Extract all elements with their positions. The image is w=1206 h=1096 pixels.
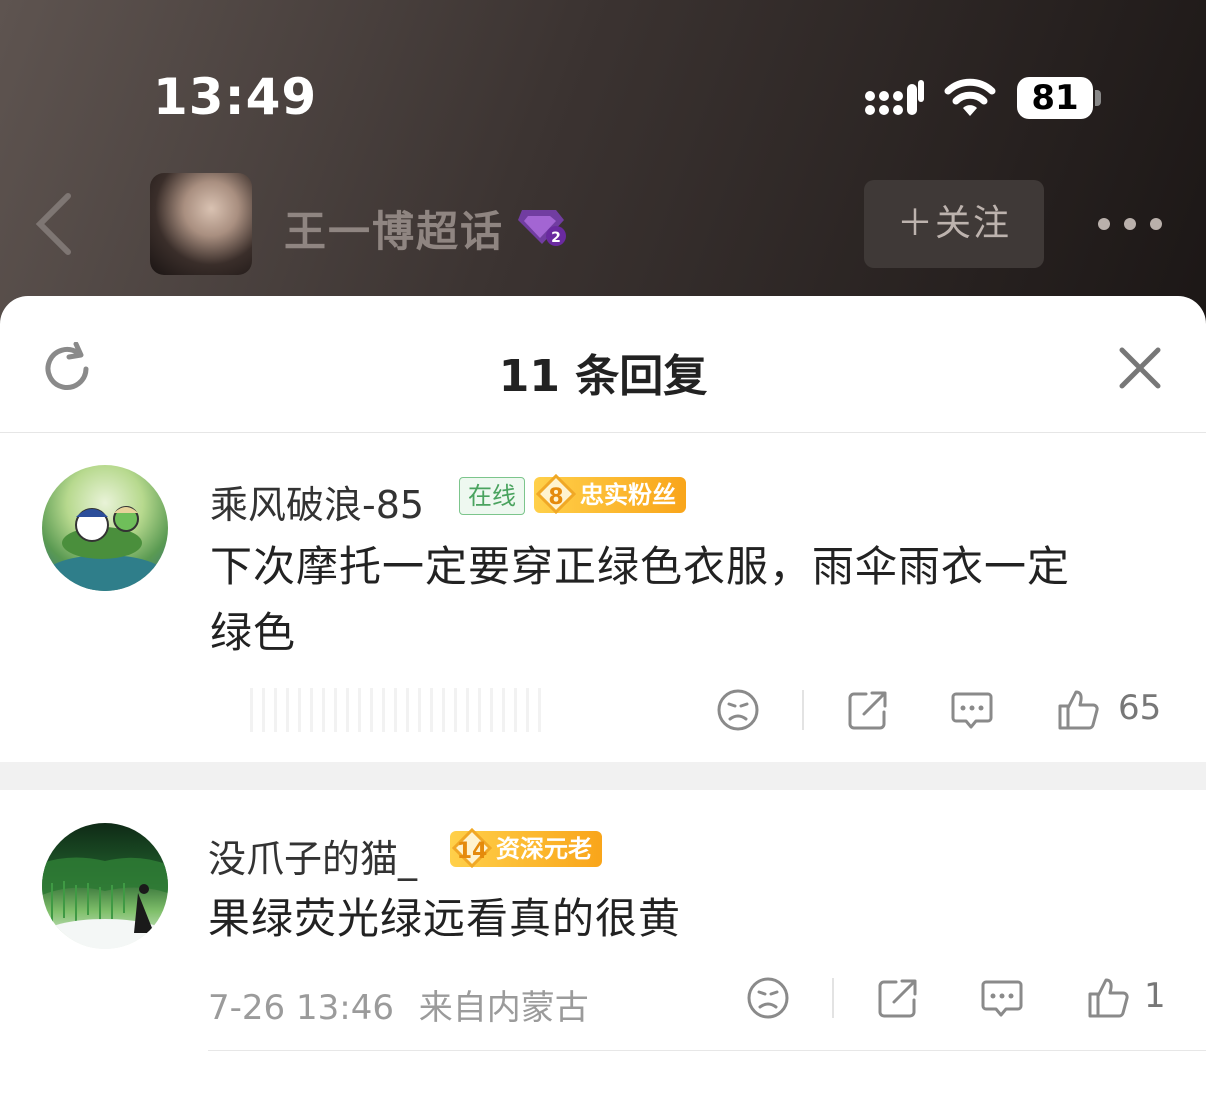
topic-avatar[interactable]	[150, 173, 252, 275]
sheet-header: 11 条回复	[0, 296, 1206, 433]
fan-level-icon: 14	[451, 827, 493, 869]
comment-icon[interactable]	[980, 976, 1024, 1020]
fan-title: 忠实粉丝	[580, 481, 676, 509]
comment-text-line: 果绿荧光绿远看真的很黄	[208, 894, 682, 943]
action-divider	[832, 978, 834, 1018]
battery-indicator: 81	[1017, 77, 1093, 119]
avatar[interactable]	[42, 823, 168, 949]
back-icon[interactable]	[32, 192, 76, 256]
action-divider	[802, 690, 804, 730]
comment-text-line: 下次摩托一定要穿正绿色衣服，雨伞雨衣一定	[210, 542, 1071, 591]
close-icon[interactable]	[1118, 346, 1162, 390]
share-icon[interactable]	[876, 976, 920, 1020]
avatar-illustration	[45, 506, 165, 591]
more-icon[interactable]	[1096, 206, 1164, 242]
avatar-illustration	[42, 857, 168, 949]
comment-actions: 65	[716, 688, 1176, 740]
fan-title: 资深元老	[496, 835, 592, 863]
topic-title[interactable]: 王一博超话	[284, 198, 504, 259]
like-count: 65	[1118, 688, 1162, 728]
battery-nub	[1095, 90, 1101, 106]
sheet-title: 11 条回复	[498, 351, 708, 402]
like-icon[interactable]	[1086, 976, 1130, 1020]
like-icon[interactable]	[1056, 688, 1100, 732]
fan-badge: 14 资深元老	[450, 827, 602, 869]
comment-text: 果绿荧光绿远看真的很黄	[208, 886, 681, 952]
wifi-icon	[944, 78, 996, 116]
comment-icon[interactable]	[950, 688, 994, 732]
dislike-icon[interactable]	[716, 688, 760, 732]
top-header: 13:49 81 王一博超话 2 ＋关注	[0, 0, 1206, 330]
comment-text: 下次摩托一定要穿正绿色衣服，雨伞雨衣一定 绿色	[210, 534, 1070, 666]
fan-badge: 8 忠实粉丝	[534, 473, 686, 515]
gem-icon: 2	[518, 210, 566, 246]
obscured-meta	[250, 688, 550, 732]
fan-level-icon: 8	[535, 473, 577, 515]
follow-button[interactable]: ＋关注	[864, 180, 1044, 268]
share-icon[interactable]	[846, 688, 890, 732]
svg-text:2: 2	[551, 230, 561, 246]
status-time: 13:49	[153, 68, 318, 126]
online-badge: 在线	[459, 477, 525, 515]
fan-level: 14	[456, 839, 488, 864]
avatar[interactable]	[42, 465, 168, 591]
replies-sheet: 11 条回复 乘风破浪-85 在线 8 忠实粉丝 下次摩托一定要穿正绿色衣服，雨…	[0, 296, 1206, 1096]
comment-username[interactable]: 乘风破浪-85	[210, 474, 424, 529]
comment-username[interactable]: 没爪子的猫_	[208, 828, 417, 883]
comment-actions: 1	[746, 976, 1176, 1028]
fan-level: 8	[548, 485, 564, 510]
section-separator	[0, 762, 1206, 790]
signal-icon	[865, 80, 924, 115]
comment-divider	[208, 1050, 1206, 1051]
comment-item: 没爪子的猫_ 14 资深元老 果绿荧光绿远看真的很黄 7-26 13:46 来自…	[0, 790, 1206, 1096]
comment-text-line: 绿色	[210, 608, 297, 657]
comment-item: 乘风破浪-85 在线 8 忠实粉丝 下次摩托一定要穿正绿色衣服，雨伞雨衣一定 绿…	[0, 432, 1206, 762]
comment-meta: 7-26 13:46 来自内蒙古	[208, 980, 589, 1029]
comment-location: 来自内蒙古	[418, 988, 589, 1028]
dislike-icon[interactable]	[746, 976, 790, 1020]
like-count: 1	[1144, 976, 1166, 1016]
comment-date: 7-26 13:46	[208, 988, 394, 1028]
